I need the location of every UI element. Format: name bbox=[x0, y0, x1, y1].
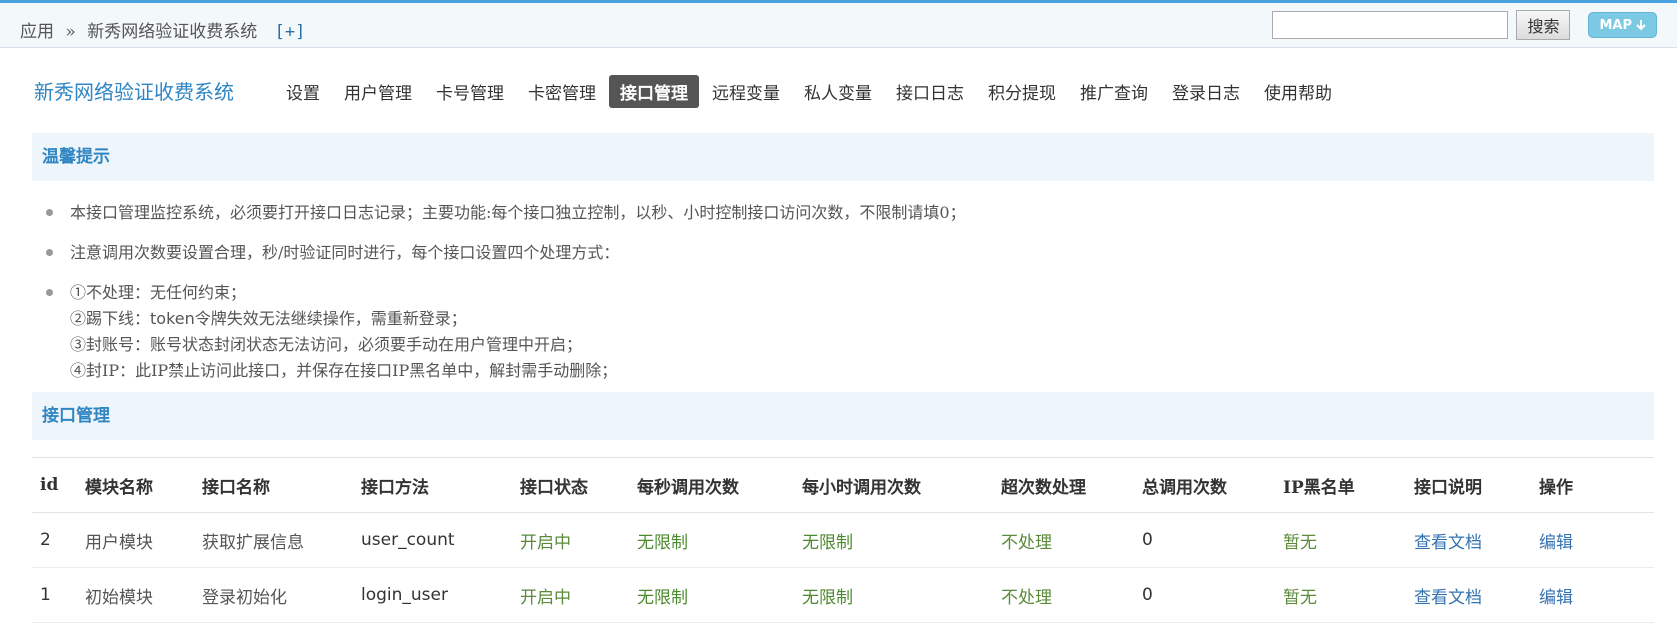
col-ip-blacklist: IP黑名单 bbox=[1275, 457, 1406, 513]
edit-link[interactable]: 编辑 bbox=[1531, 512, 1654, 568]
map-button[interactable]: MAP bbox=[1588, 12, 1657, 38]
cell-per-hour: 无限制 bbox=[794, 512, 993, 568]
arrow-down-icon bbox=[1636, 20, 1646, 31]
tip-text: 本接口管理监控系统，必须要打开接口日志记录；主要功能:每个接口独立控制，以秒、小… bbox=[70, 203, 966, 222]
col-id: id bbox=[32, 457, 77, 513]
breadcrumb: 应用 » 新秀网络验证收费系统 [+] bbox=[20, 17, 305, 42]
cell-total: 0 bbox=[1134, 567, 1275, 623]
cell-method: user_count bbox=[353, 512, 512, 568]
tip-item: 注意调用次数要设置合理，秒/时验证同时进行，每个接口设置四个处理方式： bbox=[46, 240, 966, 266]
breadcrumb-separator: » bbox=[65, 22, 76, 42]
view-docs-link[interactable]: 查看文档 bbox=[1406, 567, 1531, 623]
cell-id: 1 bbox=[32, 567, 77, 623]
cell-api-name: 登录初始化 bbox=[194, 567, 353, 623]
tip-text: ②踢下线：token令牌失效无法继续操作，需重新登录； bbox=[70, 309, 467, 328]
nav-item-remote-vars[interactable]: 远程变量 bbox=[701, 75, 791, 108]
bullet-icon bbox=[46, 209, 53, 216]
col-method: 接口方法 bbox=[353, 457, 512, 513]
nav-item-login-logs[interactable]: 登录日志 bbox=[1161, 75, 1251, 108]
col-api-name: 接口名称 bbox=[194, 457, 353, 513]
tips-panel-title: 温馨提示 bbox=[32, 133, 1654, 181]
search-input[interactable] bbox=[1272, 11, 1509, 39]
nav-item-points-withdraw[interactable]: 积分提现 bbox=[977, 75, 1067, 108]
tip-text: 注意调用次数要设置合理，秒/时验证同时进行，每个接口设置四个处理方式： bbox=[70, 243, 620, 262]
nav-item-users[interactable]: 用户管理 bbox=[333, 75, 423, 108]
bullet-icon bbox=[46, 249, 53, 256]
cell-overflow: 不处理 bbox=[993, 567, 1134, 623]
tip-item: ①不处理：无任何约束； ②踢下线：token令牌失效无法继续操作，需重新登录； … bbox=[46, 280, 966, 384]
cell-per-second: 无限制 bbox=[629, 567, 794, 623]
table-header-row: id 模块名称 接口名称 接口方法 接口状态 每秒调用次数 每小时调用次数 超次… bbox=[32, 457, 1654, 513]
tip-text: ③封账号：账号状态封闭状态无法访问，必须要手动在用户管理中开启； bbox=[70, 335, 583, 354]
col-total: 总调用次数 bbox=[1134, 457, 1275, 513]
cell-method: login_user bbox=[353, 567, 512, 623]
cell-overflow: 不处理 bbox=[993, 512, 1134, 568]
nav-item-promotion-query[interactable]: 推广查询 bbox=[1069, 75, 1159, 108]
api-table: id 模块名称 接口名称 接口方法 接口状态 每秒调用次数 每小时调用次数 超次… bbox=[32, 457, 1654, 623]
cell-total: 0 bbox=[1134, 512, 1275, 568]
nav-item-card-keys[interactable]: 卡密管理 bbox=[517, 75, 607, 108]
col-description: 接口说明 bbox=[1406, 457, 1531, 513]
table-row: 1 初始模块 登录初始化 login_user 开启中 无限制 无限制 不处理 … bbox=[32, 567, 1654, 623]
view-docs-link[interactable]: 查看文档 bbox=[1406, 512, 1531, 568]
search-area: 搜索 MAP bbox=[1272, 10, 1657, 40]
nav-item-private-vars[interactable]: 私人变量 bbox=[793, 75, 883, 108]
brand-title[interactable]: 新秀网络验证收费系统 bbox=[34, 76, 234, 105]
main-nav: 新秀网络验证收费系统 设置 用户管理 卡号管理 卡密管理 接口管理 远程变量 私… bbox=[0, 70, 1677, 110]
cell-per-second: 无限制 bbox=[629, 512, 794, 568]
cell-status: 开启中 bbox=[512, 512, 629, 568]
cell-module: 用户模块 bbox=[77, 512, 194, 568]
cell-per-hour: 无限制 bbox=[794, 567, 993, 623]
nav-item-help[interactable]: 使用帮助 bbox=[1253, 75, 1343, 108]
tip-item: 本接口管理监控系统，必须要打开接口日志记录；主要功能:每个接口独立控制，以秒、小… bbox=[46, 200, 966, 226]
cell-ip-blacklist: 暂无 bbox=[1275, 512, 1406, 568]
search-button[interactable]: 搜索 bbox=[1516, 10, 1571, 40]
cell-module: 初始模块 bbox=[77, 567, 194, 623]
col-module: 模块名称 bbox=[77, 457, 194, 513]
top-bar: 应用 » 新秀网络验证收费系统 [+] 搜索 MAP bbox=[0, 0, 1677, 48]
nav-item-card-numbers[interactable]: 卡号管理 bbox=[425, 75, 515, 108]
col-per-hour: 每小时调用次数 bbox=[794, 457, 993, 513]
cell-api-name: 获取扩展信息 bbox=[194, 512, 353, 568]
col-status: 接口状态 bbox=[512, 457, 629, 513]
col-actions: 操作 bbox=[1531, 457, 1654, 513]
nav-item-settings[interactable]: 设置 bbox=[275, 75, 331, 108]
table-row: 2 用户模块 获取扩展信息 user_count 开启中 无限制 无限制 不处理… bbox=[32, 512, 1654, 568]
nav-item-api-logs[interactable]: 接口日志 bbox=[885, 75, 975, 108]
tip-text: ④封IP：此IP禁止访问此接口，并保存在接口IP黑名单中，解封需手动删除； bbox=[70, 361, 618, 380]
add-shortcut-button[interactable]: [+] bbox=[275, 22, 306, 42]
cell-id: 2 bbox=[32, 512, 77, 568]
col-per-second: 每秒调用次数 bbox=[629, 457, 794, 513]
tip-text: ①不处理：无任何约束； bbox=[70, 283, 247, 302]
api-panel-title: 接口管理 bbox=[32, 392, 1654, 440]
cell-ip-blacklist: 暂无 bbox=[1275, 567, 1406, 623]
map-button-label: MAP bbox=[1599, 17, 1632, 33]
edit-link[interactable]: 编辑 bbox=[1531, 567, 1654, 623]
breadcrumb-app-link[interactable]: 应用 bbox=[20, 22, 54, 42]
nav-item-api-manage[interactable]: 接口管理 bbox=[609, 75, 699, 108]
bullet-icon bbox=[46, 289, 53, 296]
cell-status: 开启中 bbox=[512, 567, 629, 623]
nav-menu: 设置 用户管理 卡号管理 卡密管理 接口管理 远程变量 私人变量 接口日志 积分… bbox=[275, 75, 1345, 108]
col-overflow: 超次数处理 bbox=[993, 457, 1134, 513]
tips-list: 本接口管理监控系统，必须要打开接口日志记录；主要功能:每个接口独立控制，以秒、小… bbox=[46, 200, 966, 384]
breadcrumb-system-link[interactable]: 新秀网络验证收费系统 bbox=[87, 22, 257, 42]
